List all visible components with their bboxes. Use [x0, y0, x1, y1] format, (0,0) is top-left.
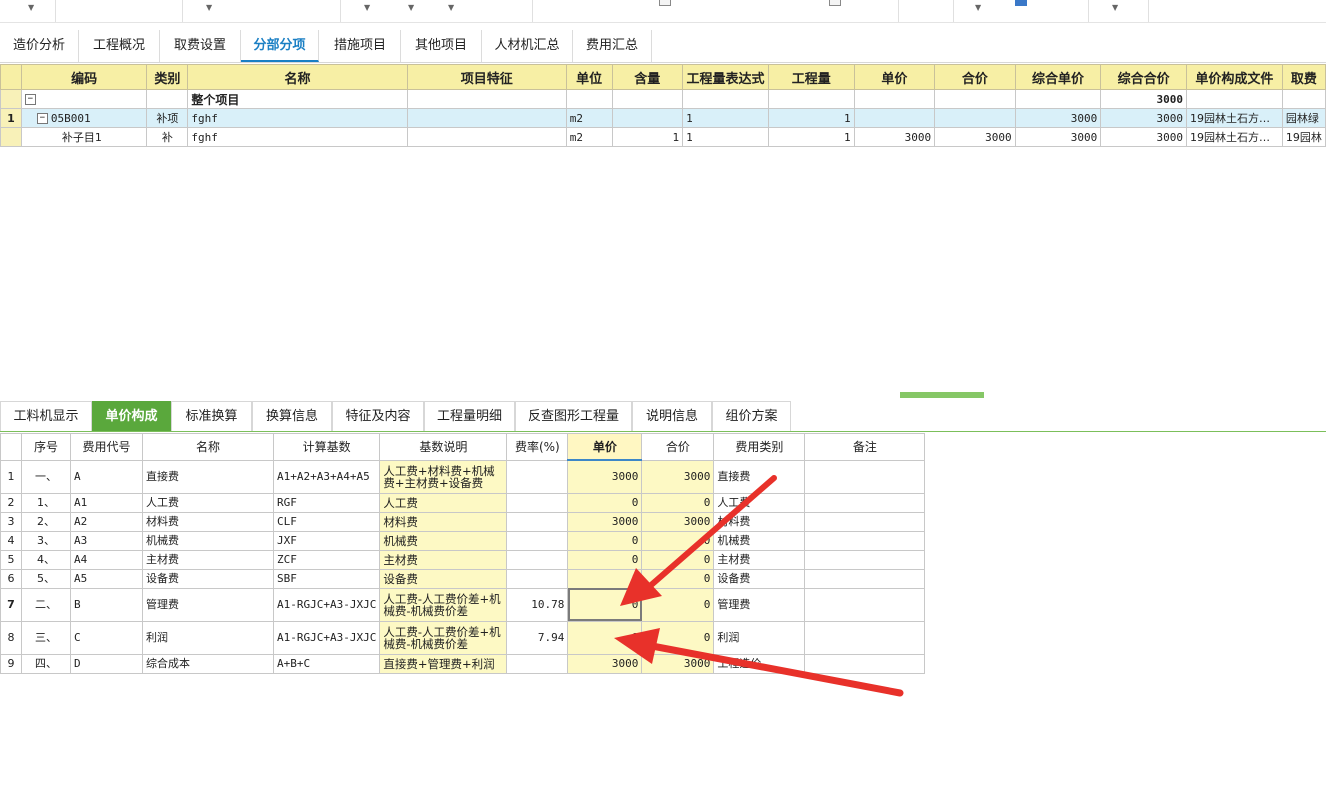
- dropdown-caret-icon[interactable]: ▼: [206, 3, 212, 12]
- col-header[interactable]: 单价构成文件: [1185, 64, 1283, 90]
- table-row[interactable]: 8 三、 C 利润 A1-RGJC+A3-JXJC 人工费-人工费价差+机械费-…: [0, 620, 926, 655]
- dropdown-caret-icon[interactable]: ▼: [408, 3, 414, 12]
- tab-cost-analysis[interactable]: 造价分析: [0, 30, 79, 62]
- tab-features-content[interactable]: 特征及内容: [332, 401, 424, 431]
- dropdown-caret-icon[interactable]: ▼: [28, 3, 34, 12]
- tab-labor-material-summary[interactable]: 人材机汇总: [482, 30, 573, 62]
- tab-unit-price-composition[interactable]: 单价构成: [92, 401, 171, 431]
- grid-header-row: 序号 费用代号 名称 计算基数 基数说明 费率(%) 单价 合价 费用类别 备注: [0, 433, 926, 461]
- col-header[interactable]: 单价: [853, 64, 936, 90]
- col-header[interactable]: 项目特征: [406, 64, 567, 90]
- table-row[interactable]: 4 3、 A3 机械费 JXF 机械费 0 0 机械费: [0, 530, 926, 551]
- grid-header-row: 编码 类别 名称 项目特征 单位 含量 工程量表达式 工程量 单价 合价 综合单…: [0, 64, 1326, 90]
- table-row[interactable]: 6 5、 A5 设备费 SBF 设备费 0 0 设备费: [0, 568, 926, 589]
- collapse-icon[interactable]: −: [36, 113, 48, 124]
- checkbox-icon[interactable]: [829, 0, 841, 6]
- table-row[interactable]: 5 4、 A4 主材费 ZCF 主材费 0 0 主材费: [0, 549, 926, 570]
- dropdown-caret-icon[interactable]: ▼: [448, 3, 454, 12]
- col-header[interactable]: 费用类别: [713, 433, 806, 461]
- col-header[interactable]: 单位: [565, 64, 613, 90]
- col-header[interactable]: 序号: [21, 433, 71, 461]
- tab-standard-conversion[interactable]: 标准换算: [171, 401, 252, 431]
- tab-fee-settings[interactable]: 取费设置: [160, 30, 241, 62]
- col-header[interactable]: 含量: [611, 64, 684, 90]
- table-row[interactable]: 3 2、 A2 材料费 CLF 材料费 3000 3000 材料费: [0, 511, 926, 532]
- tab-reverse-graphic-quantity[interactable]: 反查图形工程量: [515, 401, 632, 431]
- summary-total[interactable]: 3000: [1100, 89, 1187, 109]
- col-header[interactable]: 工程量表达式: [682, 64, 770, 90]
- col-header[interactable]: 名称: [187, 64, 408, 90]
- col-header[interactable]: 综合合价: [1100, 64, 1187, 90]
- row-number[interactable]: [0, 127, 22, 147]
- table-row[interactable]: 9 四、 D 综合成本 A+B+C 直接费+管理费+利润 3000 3000 工…: [0, 653, 926, 674]
- tab-other-items[interactable]: 其他项目: [401, 30, 482, 62]
- tab-conversion-info[interactable]: 换算信息: [252, 401, 332, 431]
- tab-pricing-plan[interactable]: 组价方案: [712, 401, 791, 431]
- col-header[interactable]: 单价: [567, 433, 643, 461]
- col-header[interactable]: 工程量: [768, 64, 855, 90]
- col-header[interactable]: 编码: [20, 64, 148, 90]
- tab-sub-items[interactable]: 分部分项: [241, 30, 319, 62]
- checkbox-icon[interactable]: [659, 0, 671, 6]
- col-header[interactable]: 费用代号: [70, 433, 143, 461]
- col-header[interactable]: 类别: [146, 64, 189, 90]
- table-row[interactable]: 7 二、 B 管理费 A1-RGJC+A3-JXJC 人工费-人工费价差+机械费…: [0, 587, 926, 622]
- items-grid: 编码 类别 名称 项目特征 单位 含量 工程量表达式 工程量 单价 合价 综合单…: [0, 64, 1326, 147]
- table-row[interactable]: 1 −05B001 补项 fghf m2 1 1 3000 3000 19园林土…: [0, 108, 1326, 128]
- col-header[interactable]: 基数说明: [379, 433, 508, 461]
- dropdown-caret-icon[interactable]: ▼: [364, 3, 370, 12]
- col-header[interactable]: 名称: [142, 433, 274, 461]
- summary-name[interactable]: 整个项目: [187, 89, 408, 109]
- dropdown-caret-icon[interactable]: ▼: [975, 3, 981, 12]
- col-header[interactable]: 备注: [804, 433, 926, 461]
- panel-splitter-handle[interactable]: [900, 392, 984, 398]
- unit-price-grid: 序号 费用代号 名称 计算基数 基数说明 费率(%) 单价 合价 费用类别 备注…: [0, 433, 926, 674]
- col-header[interactable]: 费率(%): [506, 433, 569, 461]
- tab-labor-material-display[interactable]: 工料机显示: [0, 401, 92, 431]
- tab-measures[interactable]: 措施项目: [320, 30, 401, 62]
- app-icon[interactable]: [1015, 0, 1027, 6]
- table-row[interactable]: 补子目1 补 fghf m2 1 1 1 3000 3000 3000 3000…: [0, 127, 1326, 147]
- dropdown-caret-icon[interactable]: ▼: [1112, 3, 1118, 12]
- row-number[interactable]: 1: [0, 108, 22, 128]
- col-header[interactable]: 综合单价: [1014, 64, 1102, 90]
- table-row[interactable]: 1 一、 A 直接费 A1+A2+A3+A4+A5 人工费+材料费+机械费+主材…: [0, 459, 926, 494]
- toolbar: ▼ ▼ ▼ ▼ ▼ ▼ ▼: [0, 0, 1326, 23]
- table-row-summary[interactable]: − 整个项目 3000: [0, 89, 1326, 109]
- tab-quantity-details[interactable]: 工程量明细: [424, 401, 515, 431]
- tab-fee-summary[interactable]: 费用汇总: [573, 30, 652, 62]
- col-header[interactable]: 计算基数: [272, 433, 381, 461]
- col-header[interactable]: 合价: [934, 64, 1016, 90]
- main-tabs: 造价分析 工程概况 取费设置 分部分项 措施项目 其他项目 人材机汇总 费用汇总: [0, 30, 1326, 63]
- col-header[interactable]: 合价: [641, 433, 715, 461]
- table-row[interactable]: 2 1、 A1 人工费 RGF 人工费 0 0 人工费: [0, 492, 926, 513]
- col-header[interactable]: 取费: [1281, 64, 1326, 90]
- tab-description-info[interactable]: 说明信息: [632, 401, 712, 431]
- detail-tabs: 工料机显示 单价构成 标准换算 换算信息 特征及内容 工程量明细 反查图形工程量…: [0, 401, 1326, 432]
- tab-project-overview[interactable]: 工程概况: [79, 30, 160, 62]
- selected-price-cell[interactable]: 0: [567, 587, 643, 622]
- collapse-icon[interactable]: −: [24, 94, 36, 105]
